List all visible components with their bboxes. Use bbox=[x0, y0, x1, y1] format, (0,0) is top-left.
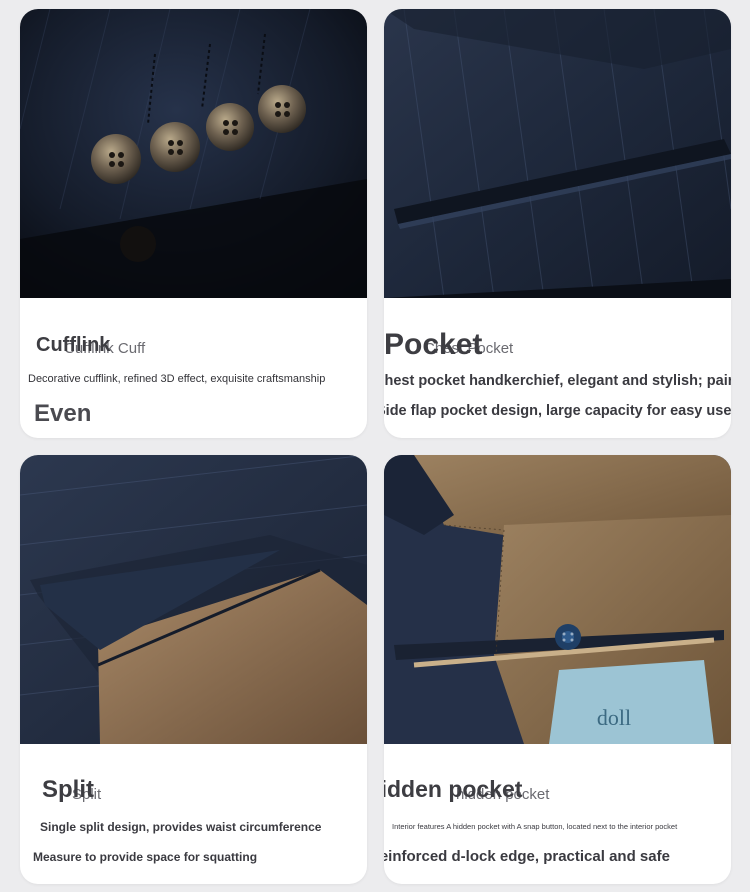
sleeve-buttons-icon bbox=[20, 9, 367, 298]
caption-title: Split bbox=[42, 776, 94, 803]
split-caption: Split Split Single split design, provide… bbox=[20, 744, 367, 884]
feature-grid: Cufflink Cuff Cufflink Decorative cuffli… bbox=[0, 0, 750, 892]
pocket-photo bbox=[384, 9, 731, 298]
caption-line: Measure to provide space for squatting bbox=[33, 850, 258, 864]
feature-card-hidden-pocket: doll hidden pocket Hidden pocket Interio… bbox=[384, 455, 731, 884]
caption-line: Interior features A hidden pocket with A… bbox=[392, 822, 678, 831]
interior-pocket-icon: doll bbox=[384, 455, 731, 744]
hidden-pocket-caption: hidden pocket Hidden pocket Interior fea… bbox=[384, 744, 731, 884]
flap-pocket-icon bbox=[384, 9, 731, 298]
caption-line: Decorative cufflink, refined 3D effect, … bbox=[28, 373, 326, 385]
caption-line: Even bbox=[34, 400, 92, 427]
feature-card-split: Split Split Single split design, provide… bbox=[20, 455, 367, 884]
caption-title: Pocket bbox=[384, 328, 483, 361]
caption-line: Side flap pocket design, large capacity … bbox=[384, 403, 731, 419]
caption-line: Reinforced d-lock edge, practical and sa… bbox=[384, 848, 670, 865]
caption-title: Cufflink bbox=[36, 334, 111, 356]
cufflink-photo bbox=[20, 9, 367, 298]
pocket-caption: Chest Pocket Pocket Chest pocket handker… bbox=[384, 298, 731, 438]
caption-line: Single split design, provides waist circ… bbox=[40, 820, 322, 834]
cufflink-caption: Cufflink Cuff Cufflink Decorative cuffli… bbox=[20, 298, 367, 438]
feature-card-cufflink: Cufflink Cuff Cufflink Decorative cuffli… bbox=[20, 9, 367, 438]
back-vent-icon bbox=[20, 455, 367, 744]
caption-line: Chest pocket handkerchief, elegant and s… bbox=[384, 373, 731, 389]
brand-label: doll bbox=[597, 705, 631, 730]
hidden-pocket-photo: doll bbox=[384, 455, 731, 744]
caption-title: Hidden pocket bbox=[384, 776, 523, 802]
split-photo bbox=[20, 455, 367, 744]
feature-card-pocket: Chest Pocket Pocket Chest pocket handker… bbox=[384, 9, 731, 438]
